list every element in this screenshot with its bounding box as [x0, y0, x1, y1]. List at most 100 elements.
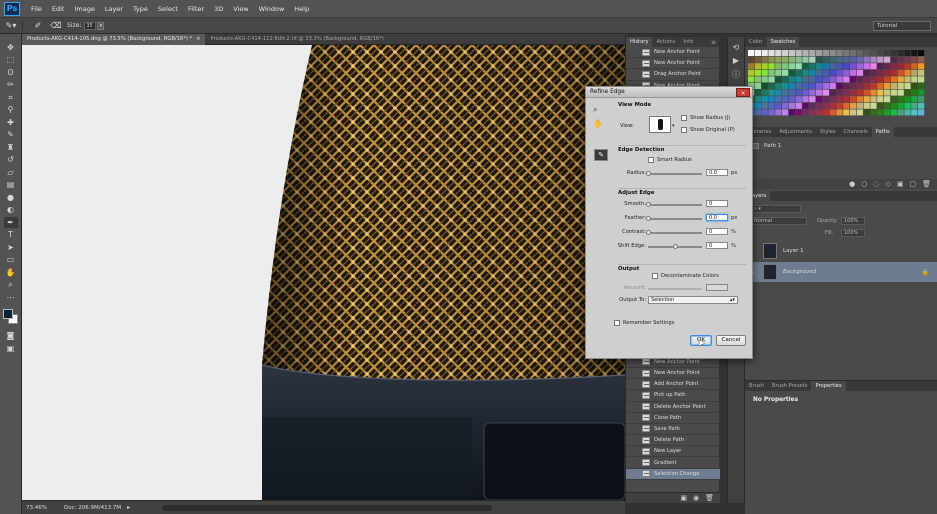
color-swatch[interactable] [754, 56, 761, 63]
view-mode-thumbnail[interactable] [649, 116, 671, 133]
color-swatch[interactable] [856, 102, 863, 109]
color-swatch[interactable] [809, 96, 816, 103]
color-swatch[interactable] [822, 56, 829, 63]
color-swatch[interactable] [884, 56, 891, 63]
new-path-icon[interactable]: ▢ [909, 180, 916, 188]
color-swatch[interactable] [856, 83, 863, 89]
foreground-color-swatch[interactable] [2, 308, 13, 319]
refine-radius-brush-icon[interactable]: ✐ [31, 20, 45, 32]
color-swatch[interactable] [836, 63, 843, 70]
color-swatch[interactable] [918, 89, 925, 96]
color-swatch[interactable] [822, 83, 829, 89]
color-swatch[interactable] [836, 50, 843, 56]
color-swatch[interactable] [768, 56, 775, 63]
color-swatch[interactable] [795, 63, 802, 70]
tab-info[interactable]: Info [679, 37, 697, 47]
color-swatch[interactable] [754, 102, 761, 109]
color-swatch[interactable] [918, 63, 925, 70]
actions-panel-icon[interactable]: ▶ [733, 56, 739, 65]
blend-mode-select[interactable]: Normal [751, 217, 807, 225]
color-swatch[interactable] [890, 56, 897, 63]
color-swatch[interactable] [768, 83, 775, 89]
color-swatch[interactable] [897, 50, 904, 56]
color-swatch[interactable] [816, 89, 823, 96]
color-swatch[interactable] [884, 89, 891, 96]
workspace-select[interactable]: Tutorial [873, 21, 931, 31]
color-swatch[interactable] [809, 109, 816, 116]
color-swatch[interactable] [843, 109, 850, 116]
color-swatch[interactable] [829, 76, 836, 83]
color-swatch[interactable] [761, 89, 768, 96]
feather-slider[interactable] [646, 216, 702, 221]
history-item[interactable]: Close Path [626, 413, 720, 424]
color-swatch[interactable] [836, 89, 843, 96]
color-swatch[interactable] [863, 69, 870, 76]
tab-swatches[interactable]: Swatches [766, 37, 800, 47]
color-swatch[interactable] [802, 89, 809, 96]
color-swatch[interactable] [816, 109, 823, 116]
healing-brush-tool-icon[interactable]: ✚ [4, 117, 18, 128]
color-swatch[interactable] [890, 83, 897, 89]
color-swatch[interactable] [822, 89, 829, 96]
menu-edit[interactable]: Edit [47, 5, 70, 13]
color-swatch[interactable] [904, 102, 911, 109]
color-swatch[interactable] [897, 83, 904, 89]
new-document-from-state-icon[interactable]: ▣ [680, 494, 687, 502]
color-swatch[interactable] [911, 76, 918, 83]
color-swatch[interactable] [816, 96, 823, 103]
menu-filter[interactable]: Filter [183, 5, 209, 13]
color-swatch[interactable] [761, 56, 768, 63]
color-swatch[interactable] [782, 96, 789, 103]
color-swatch[interactable] [761, 96, 768, 103]
tab-color[interactable]: Color [745, 37, 767, 47]
history-item-selected[interactable]: Selection Change [626, 468, 720, 480]
color-swatch[interactable] [856, 89, 863, 96]
color-swatch[interactable] [884, 83, 891, 89]
tab-history[interactable]: History [626, 37, 653, 47]
color-swatch[interactable] [822, 69, 829, 76]
color-swatch[interactable] [870, 102, 877, 109]
color-swatch[interactable] [809, 63, 816, 70]
color-swatch[interactable] [802, 76, 809, 83]
color-swatch[interactable] [795, 56, 802, 63]
chevron-down-icon[interactable]: ▾ [672, 123, 675, 129]
remember-settings-checkbox[interactable] [614, 320, 620, 326]
contrast-input[interactable]: 0 [706, 228, 728, 235]
color-swatch[interactable] [782, 89, 789, 96]
color-swatch[interactable] [788, 96, 795, 103]
document-tab-active[interactable]: Products-AKG-C414-105.dng @ 73.5% (Backg… [22, 34, 206, 45]
color-swatch[interactable] [802, 96, 809, 103]
color-swatch[interactable] [911, 50, 918, 56]
color-swatch[interactable] [768, 89, 775, 96]
brush-tool-preset-icon[interactable]: ✎▾ [4, 20, 18, 32]
color-swatch[interactable] [775, 50, 782, 56]
tab-styles[interactable]: Styles [816, 127, 840, 137]
pen-tool-icon[interactable]: ✒ [3, 217, 18, 228]
color-swatch[interactable] [850, 63, 857, 70]
extra-tools-icon[interactable]: ⋯ [4, 292, 18, 303]
color-swatch[interactable] [870, 76, 877, 83]
fill-input[interactable]: 100% [841, 229, 865, 237]
color-swatch[interactable] [775, 89, 782, 96]
history-item[interactable]: Save Path [626, 424, 720, 436]
color-swatch[interactable] [816, 63, 823, 70]
color-swatch[interactable] [761, 109, 768, 116]
zoom-tool-icon[interactable]: ⌕ [593, 105, 607, 115]
color-swatch[interactable] [911, 56, 918, 63]
color-swatch[interactable] [782, 56, 789, 63]
color-swatch[interactable] [897, 109, 904, 116]
color-swatch[interactable] [918, 109, 925, 116]
color-swatch[interactable] [870, 63, 877, 70]
color-swatch[interactable] [890, 89, 897, 96]
trash-icon[interactable]: 🗑 [705, 494, 714, 502]
color-swatch[interactable] [843, 102, 850, 109]
color-swatch[interactable] [768, 50, 775, 56]
hand-tool-icon[interactable]: ✋ [4, 267, 18, 278]
color-swatch[interactable] [768, 109, 775, 116]
color-swatch[interactable] [856, 76, 863, 83]
color-swatch[interactable] [829, 96, 836, 103]
color-swatch[interactable] [877, 89, 884, 96]
color-swatch[interactable] [802, 56, 809, 63]
color-swatch[interactable] [748, 63, 755, 70]
eyedropper-tool-icon[interactable]: ⚲ [4, 105, 18, 116]
